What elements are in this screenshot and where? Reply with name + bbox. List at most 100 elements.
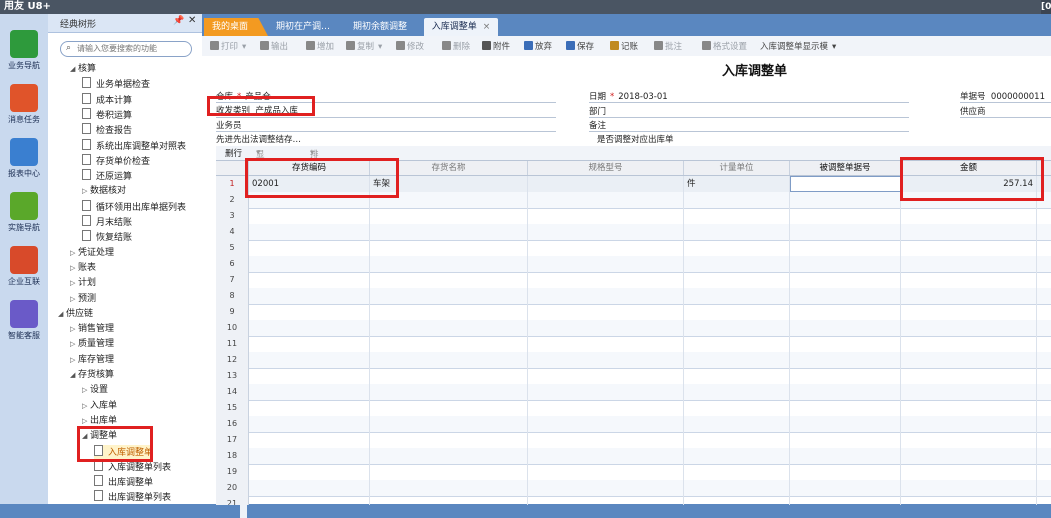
- cell-spec[interactable]: [528, 432, 684, 448]
- collapsed-arrow-icon[interactable]: ▷: [70, 276, 78, 290]
- cell-inventory-name[interactable]: [370, 480, 528, 496]
- toolbar-button-1[interactable]: 输出: [260, 40, 288, 52]
- cell-spec[interactable]: [528, 304, 684, 320]
- toolbar-button-3[interactable]: 复制 ▾: [346, 40, 382, 52]
- cell-adjusted-docno[interactable]: [790, 480, 901, 496]
- cell-inventory-code[interactable]: [249, 288, 370, 304]
- cell-amount[interactable]: [901, 208, 1037, 224]
- table-row[interactable]: 16: [216, 416, 1051, 433]
- nav-item-2[interactable]: 报表中心: [0, 138, 48, 179]
- cell-spec[interactable]: [528, 480, 684, 496]
- cell-inventory-code[interactable]: [249, 400, 370, 416]
- cell-inventory-name[interactable]: [370, 432, 528, 448]
- tree-item[interactable]: 恢复结账: [82, 230, 132, 244]
- cell-unit[interactable]: [684, 240, 790, 256]
- cell-adjusted-docno[interactable]: [790, 384, 901, 400]
- table-row[interactable]: 14: [216, 384, 1051, 401]
- cell-amount[interactable]: [901, 384, 1037, 400]
- cell-inventory-name[interactable]: [370, 384, 528, 400]
- cell-spec[interactable]: [528, 464, 684, 480]
- pin-icon[interactable]: 📌: [173, 16, 184, 26]
- nav-item-4[interactable]: 企业互联: [0, 246, 48, 287]
- collapsed-arrow-icon[interactable]: ▷: [70, 292, 78, 306]
- cell-adjusted-docno[interactable]: [790, 240, 901, 256]
- cell-spec[interactable]: [528, 384, 684, 400]
- close-icon[interactable]: ✕: [188, 15, 196, 26]
- collapsed-arrow-icon[interactable]: ▷: [82, 383, 90, 397]
- cell-adjusted-docno[interactable]: [790, 272, 901, 288]
- table-row[interactable]: 7: [216, 272, 1051, 289]
- tree-folder[interactable]: ◢ 存货核算: [70, 368, 114, 382]
- cell-unit[interactable]: [684, 400, 790, 416]
- tree-folder[interactable]: ▷ 数据核对: [82, 184, 126, 198]
- cell-inventory-code[interactable]: [249, 240, 370, 256]
- search-input[interactable]: [77, 43, 187, 54]
- toolbar-button-6[interactable]: 附件: [482, 40, 510, 52]
- cell-inventory-name[interactable]: [370, 304, 528, 320]
- tree-folder[interactable]: ▷ 设置: [82, 383, 108, 397]
- chevron-down-icon[interactable]: ▾: [832, 42, 836, 52]
- tab-wip-adjust[interactable]: 期初在产调…: [268, 18, 338, 36]
- cell-adjusted-docno[interactable]: [790, 256, 901, 272]
- cell-spec[interactable]: [528, 224, 684, 240]
- tree-item[interactable]: 循环领用出库单据列表: [82, 199, 186, 214]
- cell-inventory-code[interactable]: [249, 272, 370, 288]
- tree-folder[interactable]: ▷ 销售管理: [70, 322, 114, 336]
- cell-inventory-name[interactable]: [370, 352, 528, 368]
- cell-amount[interactable]: [901, 352, 1037, 368]
- tree-folder[interactable]: ◢ 核算: [70, 62, 96, 76]
- cell-unit[interactable]: 件: [684, 176, 790, 192]
- tree-folder[interactable]: ▷ 账表: [70, 261, 96, 275]
- toolbar-button-10[interactable]: 批注: [654, 40, 682, 52]
- toolbar-button-11[interactable]: 格式设置: [702, 40, 747, 52]
- cell-inventory-code[interactable]: [249, 384, 370, 400]
- table-row[interactable]: 5: [216, 240, 1051, 257]
- cell-inventory-code[interactable]: [249, 352, 370, 368]
- toolbar-button-7[interactable]: 放弃: [524, 40, 552, 52]
- col-unit[interactable]: 计量单位: [684, 161, 790, 175]
- nav-item-5[interactable]: 智能客服: [0, 300, 48, 341]
- nav-item-0[interactable]: 业务导航: [0, 30, 48, 71]
- toolbar-button-12[interactable]: 入库调整单显示模 ▾: [760, 40, 836, 52]
- collapsed-arrow-icon[interactable]: ▷: [82, 399, 90, 413]
- cell-amount[interactable]: [901, 224, 1037, 240]
- cell-adjusted-docno[interactable]: [790, 336, 901, 352]
- toolbar-button-2[interactable]: 增加: [306, 40, 334, 52]
- collapsed-arrow-icon[interactable]: ▷: [70, 337, 78, 351]
- cell-inventory-code[interactable]: [249, 304, 370, 320]
- cell-inventory-code[interactable]: [249, 432, 370, 448]
- cell-adjusted-docno[interactable]: [790, 320, 901, 336]
- cell-amount[interactable]: [901, 416, 1037, 432]
- tree-item[interactable]: 检查报告: [82, 123, 132, 137]
- table-row[interactable]: 6: [216, 256, 1051, 273]
- cell-spec[interactable]: [528, 208, 684, 224]
- cell-inventory-code[interactable]: [249, 320, 370, 336]
- cell-inventory-code[interactable]: [249, 480, 370, 496]
- toolbar-button-9[interactable]: 记账: [610, 40, 638, 52]
- cell-amount[interactable]: [901, 464, 1037, 480]
- cell-adjusted-docno[interactable]: [790, 464, 901, 480]
- tree-folder[interactable]: ▷ 预测: [70, 292, 96, 306]
- expanded-arrow-icon[interactable]: ◢: [70, 368, 78, 382]
- cell-amount[interactable]: [901, 240, 1037, 256]
- chevron-down-icon[interactable]: ▾: [378, 42, 382, 52]
- date-value[interactable]: 2018-03-01: [618, 92, 667, 102]
- cell-unit[interactable]: [684, 288, 790, 304]
- cell-spec[interactable]: [528, 320, 684, 336]
- cell-inventory-name[interactable]: [370, 464, 528, 480]
- tree-folder[interactable]: ▷ 质量管理: [70, 337, 114, 351]
- cell-unit[interactable]: [684, 448, 790, 464]
- cell-spec[interactable]: [528, 352, 684, 368]
- cell-unit[interactable]: [684, 480, 790, 496]
- cell-inventory-code[interactable]: [249, 464, 370, 480]
- cell-unit[interactable]: [684, 464, 790, 480]
- cell-inventory-name[interactable]: [370, 208, 528, 224]
- cell-inventory-code[interactable]: [249, 256, 370, 272]
- cell-adjusted-docno[interactable]: [790, 224, 901, 240]
- cell-amount[interactable]: [901, 368, 1037, 384]
- table-row[interactable]: 17: [216, 432, 1051, 449]
- tree-folder[interactable]: ▷ 凭证处理: [70, 246, 114, 260]
- docno-value[interactable]: 0000000011: [991, 92, 1045, 102]
- cell-amount[interactable]: [901, 320, 1037, 336]
- cell-adjusted-docno[interactable]: [790, 288, 901, 304]
